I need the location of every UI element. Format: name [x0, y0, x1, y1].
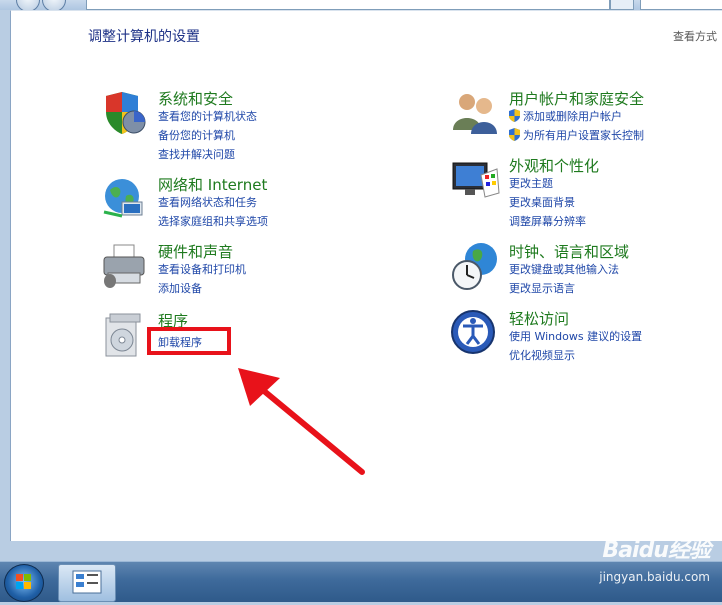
- link-devices-printers[interactable]: 查看设备和打印机: [158, 261, 246, 277]
- link-text[interactable]: 添加或删除用户帐户: [523, 110, 622, 123]
- link-display-language[interactable]: 更改显示语言: [509, 280, 575, 296]
- windows-logo-icon: [16, 574, 31, 589]
- link-change-theme[interactable]: 更改主题: [509, 175, 553, 191]
- address-bar[interactable]: [86, 0, 610, 10]
- category-title-users[interactable]: 用户帐户和家庭安全: [509, 88, 644, 109]
- watermark-brand: Baidu经验: [602, 538, 711, 563]
- control-panel-icon: [72, 570, 102, 594]
- category-title-ease[interactable]: 轻松访问: [509, 308, 569, 329]
- address-dropdown-button[interactable]: [610, 0, 634, 10]
- highlight-box: [147, 327, 231, 355]
- taskbar-control-panel[interactable]: [58, 564, 116, 602]
- start-button[interactable]: [4, 564, 44, 602]
- view-by-label[interactable]: 查看方式: [673, 28, 717, 44]
- link-screen-resolution[interactable]: 调整屏幕分辨率: [509, 213, 586, 229]
- watermark: Baidu经验 jingyan.baidu.com: [599, 532, 711, 584]
- accessibility-icon: [451, 310, 495, 354]
- category-title-hardware[interactable]: 硬件和声音: [158, 241, 233, 262]
- uac-shield-icon: [509, 109, 520, 122]
- programs-box-icon: [105, 313, 141, 357]
- category-title-appearance[interactable]: 外观和个性化: [509, 155, 599, 176]
- watermark-url: jingyan.baidu.com: [599, 570, 710, 584]
- link-network-status[interactable]: 查看网络状态和任务: [158, 194, 257, 210]
- link-change-background[interactable]: 更改桌面背景: [509, 194, 575, 210]
- red-arrow-annotation: [238, 368, 365, 475]
- link-add-remove-accounts[interactable]: 添加或删除用户帐户: [509, 108, 622, 124]
- window-toolbar: [0, 0, 722, 12]
- clock-globe-icon: [452, 243, 497, 290]
- link-backup-computer[interactable]: 备份您的计算机: [158, 127, 235, 143]
- security-shield-icon: [106, 92, 146, 134]
- category-title-clock[interactable]: 时钟、语言和区域: [509, 241, 629, 262]
- category-title-system[interactable]: 系统和安全: [158, 88, 233, 109]
- network-globe-icon: [103, 179, 143, 218]
- category-title-network[interactable]: 网络和 Internet: [158, 174, 267, 195]
- link-recommended-settings[interactable]: 使用 Windows 建议的设置: [509, 328, 642, 344]
- link-change-keyboard[interactable]: 更改键盘或其他输入法: [509, 261, 619, 277]
- link-homegroup-sharing[interactable]: 选择家庭组和共享选项: [158, 213, 268, 229]
- link-add-device[interactable]: 添加设备: [158, 280, 202, 296]
- page-title: 调整计算机的设置: [88, 29, 200, 45]
- printer-icon: [103, 244, 145, 288]
- link-view-computer-status[interactable]: 查看您的计算机状态: [158, 108, 257, 124]
- search-input[interactable]: [640, 0, 722, 10]
- link-parental-controls[interactable]: 为所有用户设置家长控制: [509, 127, 644, 143]
- link-optimize-display[interactable]: 优化视频显示: [509, 347, 575, 363]
- link-text[interactable]: 为所有用户设置家长控制: [523, 129, 644, 142]
- link-troubleshoot[interactable]: 查找并解决问题: [158, 146, 235, 162]
- uac-shield-icon: [509, 128, 520, 141]
- monitor-palette-icon: [452, 162, 500, 198]
- users-icon: [453, 94, 497, 134]
